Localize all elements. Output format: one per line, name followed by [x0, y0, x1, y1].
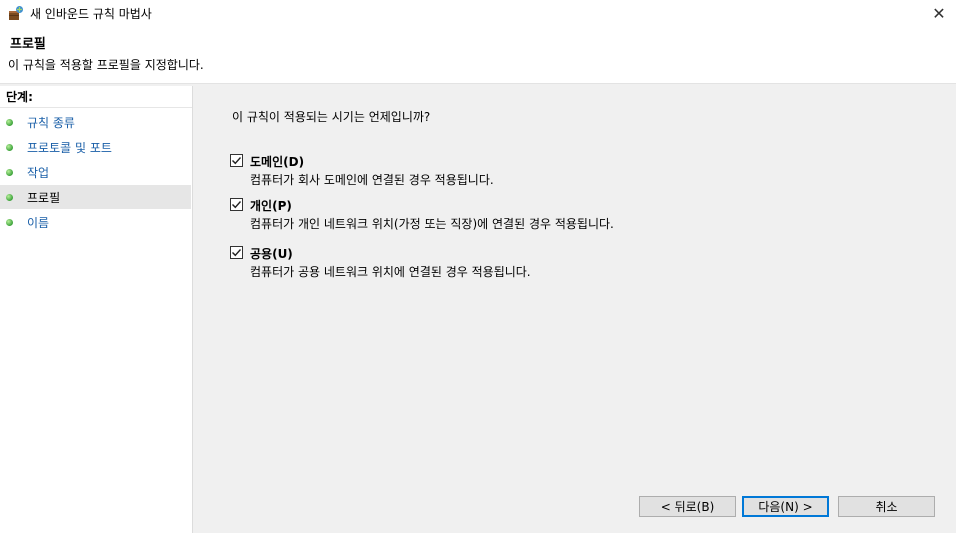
- green-dot-icon: [6, 218, 13, 226]
- public-checkbox[interactable]: [230, 246, 243, 259]
- green-dot-icon: [6, 143, 13, 151]
- wizard-header: 프로필 이 규칙을 적용할 프로필을 지정합니다.: [0, 26, 956, 84]
- private-checkbox[interactable]: [230, 198, 243, 211]
- option-description: 컴퓨터가 개인 네트워크 위치(가정 또는 직장)에 연결된 경우 적용됩니다.: [250, 217, 614, 231]
- title-bar: 새 인바운드 규칙 마법사 ✕: [0, 0, 956, 26]
- green-dot-icon: [6, 193, 13, 201]
- firewall-wizard-icon: [9, 6, 23, 20]
- step-name[interactable]: 이름: [0, 210, 191, 234]
- checkmark-icon: [232, 201, 242, 209]
- domain-checkbox[interactable]: [230, 154, 243, 167]
- step-rule-type[interactable]: 규칙 종류: [0, 110, 191, 134]
- close-button[interactable]: ✕: [922, 0, 956, 26]
- profile-question: 이 규칙이 적용되는 시기는 언제입니까?: [232, 110, 431, 124]
- step-label: 이름: [27, 215, 50, 230]
- green-dot-icon: [6, 118, 13, 126]
- green-dot-icon: [6, 168, 13, 176]
- back-button[interactable]: < 뒤로(B): [639, 496, 736, 517]
- option-label[interactable]: 도메인(D): [250, 153, 304, 170]
- main-content: 이 규칙이 적용되는 시기는 언제입니까? 도메인(D) 컴퓨터가 회사 도메인…: [194, 86, 956, 533]
- close-icon: ✕: [932, 3, 946, 23]
- checkmark-icon: [232, 249, 242, 257]
- next-button[interactable]: 다음(N) >: [742, 496, 829, 517]
- option-description: 컴퓨터가 공용 네트워크 위치에 연결된 경우 적용됩니다.: [250, 265, 531, 279]
- option-description: 컴퓨터가 회사 도메인에 연결된 경우 적용됩니다.: [250, 173, 494, 187]
- steps-heading: 단계:: [0, 88, 192, 108]
- steps-sidebar: 단계: 규칙 종류 프로토콜 및 포트 작업 프로필 이름: [0, 86, 193, 533]
- checkmark-icon: [232, 157, 242, 165]
- step-profile[interactable]: 프로필: [0, 185, 191, 209]
- step-action[interactable]: 작업: [0, 160, 191, 184]
- step-label: 프로토콜 및 포트: [27, 140, 112, 155]
- cancel-button[interactable]: 취소: [838, 496, 935, 517]
- step-label: 작업: [27, 165, 50, 180]
- option-label[interactable]: 개인(P): [250, 197, 292, 214]
- window-title: 새 인바운드 규칙 마법사: [30, 7, 152, 21]
- step-protocol-and-ports[interactable]: 프로토콜 및 포트: [0, 135, 191, 159]
- option-label[interactable]: 공용(U): [250, 245, 293, 262]
- step-label: 프로필: [27, 190, 61, 205]
- page-subtitle: 이 규칙을 적용할 프로필을 지정합니다.: [8, 58, 204, 72]
- step-label: 규칙 종류: [27, 115, 75, 130]
- page-title: 프로필: [10, 37, 46, 52]
